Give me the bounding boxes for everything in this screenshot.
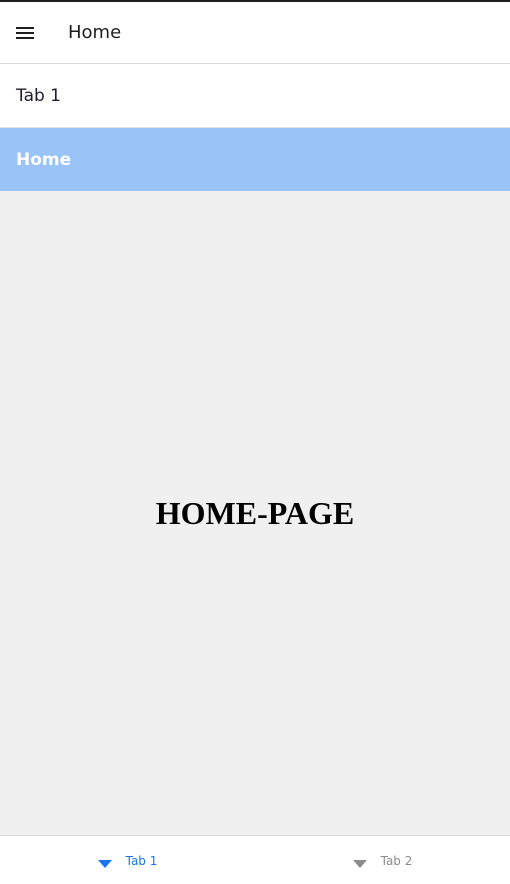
bottom-tab-label: Tab 1 — [125, 853, 158, 868]
triangle-down-icon — [97, 859, 112, 868]
page-heading: HOME-PAGE — [155, 494, 355, 531]
menu-item-tab-1[interactable]: Tab 1 — [0, 65, 510, 128]
bottom-tab-1[interactable]: Tab 1 — [0, 836, 255, 884]
page-title: Home — [68, 22, 122, 43]
bottom-tab-label: Tab 2 — [380, 853, 413, 868]
hamburger-menu-button[interactable] — [0, 2, 52, 64]
menu-item-home[interactable]: Home — [0, 128, 510, 191]
menu-item-label: Tab 1 — [16, 86, 61, 106]
triangle-down-icon — [352, 859, 367, 868]
bottom-navigation: Tab 1 Tab 2 — [0, 835, 510, 884]
bottom-tab-2[interactable]: Tab 2 — [255, 836, 510, 884]
hamburger-menu-icon — [16, 26, 34, 39]
main-content: HOME-PAGE — [0, 191, 510, 835]
menu-item-label: Home — [16, 149, 72, 170]
app-header: Home — [0, 2, 510, 64]
